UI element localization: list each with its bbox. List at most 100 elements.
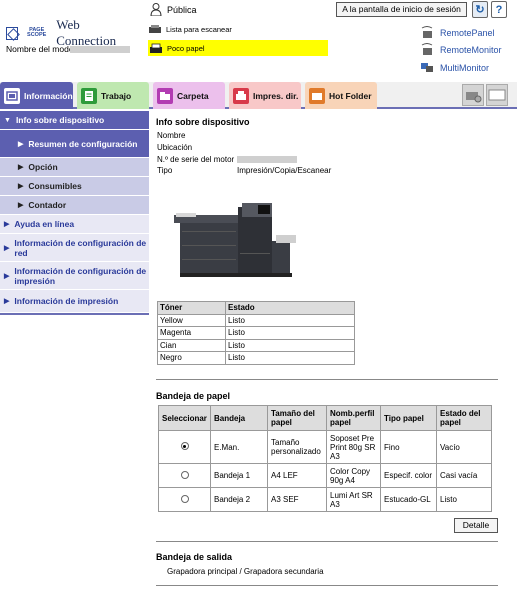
remote-panel-link[interactable]: RemotePanel	[420, 26, 495, 39]
toner-status: Listo	[225, 313, 355, 327]
job-icon	[81, 87, 97, 104]
toner-table: Tóner Estado Yellow Listo Magenta Listo Ci…	[157, 301, 355, 365]
detail-button[interactable]: Detalle	[454, 518, 498, 533]
user-label: Pública	[167, 5, 197, 15]
tray-size: A4 LEF	[267, 463, 327, 488]
paper-tray-table: Seleccionar Bandeja Tamaño del papel Nom…	[158, 405, 492, 512]
tray-profile: Soposet Pre Print 80g SR A3	[326, 430, 381, 464]
tray-radio-manual[interactable]	[180, 442, 189, 450]
column-header: Bandeja	[210, 405, 268, 431]
model-name-value-redacted	[70, 46, 130, 53]
table-row: Cian Listo	[157, 338, 355, 352]
printer-warning-icon	[150, 43, 162, 53]
user-icon	[150, 3, 162, 16]
divider	[156, 541, 498, 542]
type-label: Tipo	[157, 166, 173, 175]
serial-label: N.º de serie del motor	[157, 155, 235, 164]
table-row: Yellow Listo	[157, 313, 355, 327]
paper-tray-title: Bandeja de papel	[156, 391, 231, 401]
table-row: Magenta Listo	[157, 326, 355, 340]
tray-type: Estucado-GL	[380, 487, 437, 512]
multi-monitor-link[interactable]: MultiMonitor	[420, 61, 489, 74]
tray-name: Bandeja 2	[210, 487, 268, 512]
device-panel-icon[interactable]	[486, 84, 508, 106]
sidebar-item-counter[interactable]: ▶ Contador	[0, 196, 149, 215]
printer-image	[174, 203, 296, 277]
logo-icon	[6, 26, 19, 40]
logo: PAGE SCOPE Web Connection	[6, 17, 136, 48]
sidebar-item-device-info[interactable]: ▼ Info sobre dispositivo	[0, 111, 149, 130]
sidebar-item-consumables[interactable]: ▶ Consumibles	[0, 177, 149, 196]
information-icon	[4, 87, 20, 104]
column-header: Tóner	[157, 301, 226, 315]
sidebar-item-option[interactable]: ▶ Opción	[0, 158, 149, 177]
sidebar-item-config-summary[interactable]: ▶ Resumen de configuración	[0, 130, 149, 158]
box-icon	[157, 87, 173, 104]
toner-status: Listo	[225, 326, 355, 340]
tray-type: Fino	[380, 430, 437, 464]
toner-color: Yellow	[157, 313, 226, 327]
paper-status-label: Poco papel	[167, 43, 205, 53]
toner-color: Magenta	[157, 326, 226, 340]
help-icon[interactable]: ?	[491, 1, 507, 18]
tray-radio-tray1[interactable]	[180, 470, 189, 479]
table-row: Negro Listo	[157, 351, 355, 365]
remote-panel-icon	[421, 26, 433, 38]
sidebar: ▼ Info sobre dispositivo ▶ Resumen de conf…	[0, 111, 149, 315]
column-header: Nomb.perfil papel	[326, 405, 381, 431]
tray-type: Especif. color	[380, 463, 437, 488]
output-tray-value: Grapadora principal / Grapadora secundar…	[167, 567, 324, 576]
tray-status: Vacío	[436, 430, 492, 464]
login-screen-button[interactable]: A la pantalla de inicio de sesión	[336, 2, 467, 17]
column-header: Tamaño del papel	[267, 405, 327, 431]
toner-status: Listo	[225, 351, 355, 365]
location-label: Ubicación	[157, 143, 193, 152]
remote-monitor-link[interactable]: RemoteMonitor	[420, 43, 502, 56]
table-row: E.Man. Tamaño personalizado Soposet Pre …	[158, 430, 492, 464]
tray-size: Tamaño personalizado	[267, 430, 327, 464]
table-header-row: Seleccionar Bandeja Tamaño del papel Nom…	[158, 405, 492, 431]
tab-information[interactable]: Información	[0, 82, 73, 109]
tray-status: Casi vacía	[436, 463, 492, 488]
table-header-row: Tóner Estado	[157, 301, 355, 315]
table-row: Bandeja 2 A3 SEF Lumi Art SR A3 Estucado…	[158, 487, 492, 512]
logo-small-text: PAGE SCOPE	[27, 27, 47, 38]
remote-monitor-icon	[421, 43, 433, 55]
tray-profile: Lumi Art SR A3	[326, 487, 381, 512]
paper-status: Poco papel	[148, 40, 328, 56]
divider	[156, 379, 498, 380]
sidebar-item-print-info[interactable]: ▶ Información de impresión	[0, 290, 149, 313]
direct-print-icon	[233, 87, 249, 104]
column-header: Estado del papel	[436, 405, 492, 431]
printer-settings-icon[interactable]	[462, 84, 484, 106]
toner-color: Cian	[157, 338, 226, 352]
hot-folder-icon	[309, 87, 325, 104]
tab-direct-print[interactable]: Impres. dir.	[229, 82, 301, 109]
sidebar-item-network-config[interactable]: ▶ Información de configuración de red	[0, 234, 149, 262]
tray-name: Bandeja 1	[210, 463, 268, 488]
sidebar-item-print-config[interactable]: ▶ Información de configuración de impresi…	[0, 262, 149, 290]
column-header: Tipo papel	[380, 405, 437, 431]
output-tray-title: Bandeja de salida	[156, 552, 233, 562]
name-label: Nombre	[157, 131, 186, 140]
toner-color: Negro	[157, 351, 226, 365]
type-value: Impresión/Copia/Escanear	[237, 166, 332, 175]
scanner-icon	[149, 25, 161, 33]
refresh-icon[interactable]: ↻	[472, 1, 488, 18]
sidebar-item-online-help[interactable]: ▶ Ayuda en línea	[0, 215, 149, 234]
tray-name: E.Man.	[210, 430, 268, 464]
scan-status-label: Lista para escanear	[166, 25, 232, 34]
tray-status: Listo	[436, 487, 492, 512]
tray-size: A3 SEF	[267, 487, 327, 512]
tab-job[interactable]: Trabajo	[77, 82, 149, 109]
device-info-title: Info sobre dispositivo	[156, 117, 250, 127]
divider	[156, 585, 498, 586]
tab-hot-folder[interactable]: Hot Folder	[305, 82, 377, 109]
toner-status: Listo	[225, 338, 355, 352]
tray-radio-tray2[interactable]	[180, 494, 189, 503]
multi-monitor-icon	[421, 63, 433, 72]
column-header: Seleccionar	[158, 405, 211, 431]
serial-value-redacted	[237, 156, 297, 163]
table-row: Bandeja 1 A4 LEF Color Copy 90g A4 Espec…	[158, 463, 492, 488]
tab-box[interactable]: Carpeta	[153, 82, 225, 109]
